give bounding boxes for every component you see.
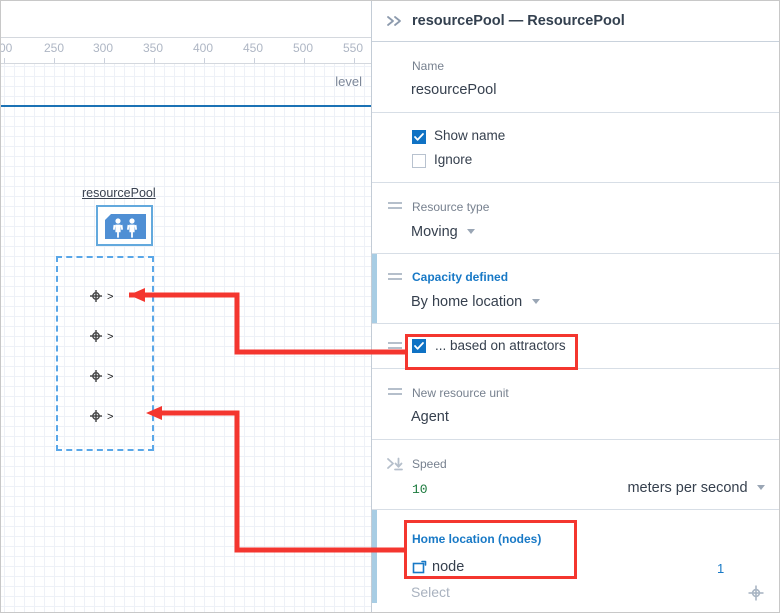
- horizontal-ruler: 00 250 300 350 400 450 500 550: [1, 38, 371, 64]
- ruler-tick-label: 350: [143, 41, 164, 55]
- svg-text:>: >: [107, 371, 113, 383]
- resource-pool-label: resourcePool: [82, 186, 156, 200]
- resource-pool-people-icon: [105, 214, 146, 239]
- svg-text:>: >: [107, 291, 113, 303]
- crosshair-target-icon[interactable]: [747, 584, 765, 602]
- chevron-down-icon: [531, 299, 540, 305]
- name-section: Name resourcePool: [372, 42, 779, 113]
- ruler-tick-mark: [54, 58, 55, 63]
- ruler-tick-label: 00: [1, 41, 13, 55]
- ruler-tick-label: 550: [343, 41, 364, 55]
- ruler-tick-label: 300: [93, 41, 114, 55]
- home-location-count: 1: [717, 561, 725, 576]
- name-value[interactable]: resourcePool: [411, 82, 496, 98]
- name-label: Name: [412, 59, 445, 73]
- speed-section: Speed 10 meters per second: [372, 440, 779, 510]
- speed-unit-value: meters per second: [627, 480, 748, 496]
- ruler-tick-mark: [304, 58, 305, 63]
- ruler-tick-mark: [4, 58, 5, 63]
- home-location-select-placeholder[interactable]: Select: [411, 584, 450, 600]
- ruler-tick-mark: [204, 58, 205, 63]
- chevron-down-icon: [467, 229, 476, 235]
- flags-section: Show name Ignore: [372, 113, 779, 183]
- new-resource-unit-label: New resource unit: [412, 386, 509, 400]
- capacity-defined-value: By home location: [411, 294, 523, 310]
- speed-label: Speed: [412, 457, 447, 471]
- capacity-defined-dropdown[interactable]: By home location: [411, 293, 540, 311]
- capacity-defined-section: Capacity defined By home location: [372, 254, 779, 324]
- ruler-tick-mark: [104, 58, 105, 63]
- attractors-highlight-box: [405, 334, 578, 370]
- ruler-tick-label: 400: [193, 41, 214, 55]
- drag-handle-icon[interactable]: [388, 202, 402, 212]
- double-chevron-right-icon[interactable]: [384, 10, 406, 32]
- model-canvas[interactable]: 00 250 300 350 400 450 500 550 level res…: [1, 1, 371, 612]
- canvas-grid[interactable]: level resourcePool > > > >: [1, 64, 371, 612]
- panel-header: resourcePool — ResourcePool: [372, 1, 779, 42]
- speed-unit-dropdown[interactable]: meters per second: [627, 479, 765, 497]
- panel-title: resourcePool — ResourcePool: [412, 13, 625, 29]
- resource-type-dropdown[interactable]: Moving: [411, 223, 476, 241]
- ruler-tick-mark: [354, 58, 355, 63]
- node-marker[interactable]: >: [89, 288, 123, 304]
- ruler-tick-label: 250: [44, 41, 65, 55]
- show-name-label: Show name: [434, 128, 506, 143]
- home-location-highlight-box: [404, 520, 577, 579]
- new-resource-unit-section: New resource unit Agent: [372, 369, 779, 440]
- svg-text:>: >: [107, 411, 113, 423]
- ignore-label: Ignore: [434, 152, 473, 167]
- ruler-tick-label: 500: [293, 41, 314, 55]
- resource-type-section: Resource type Moving: [372, 183, 779, 254]
- capacity-defined-label[interactable]: Capacity defined: [412, 270, 508, 284]
- drag-handle-icon[interactable]: [388, 342, 402, 352]
- application-window: 00 250 300 350 400 450 500 550 level res…: [0, 0, 780, 613]
- assign-arrow-icon: [387, 457, 403, 471]
- resource-type-label: Resource type: [412, 200, 490, 214]
- node-marker[interactable]: >: [89, 368, 123, 384]
- ruler-tick-mark: [254, 58, 255, 63]
- show-name-checkbox[interactable]: [412, 130, 426, 144]
- resource-pool-block[interactable]: [96, 205, 153, 246]
- level-baseline: [1, 105, 371, 107]
- drag-handle-icon[interactable]: [388, 273, 402, 283]
- ruler-tick-mark: [154, 58, 155, 63]
- new-resource-unit-value[interactable]: Agent: [411, 409, 449, 425]
- node-marker[interactable]: >: [89, 328, 123, 344]
- svg-text:>: >: [107, 331, 113, 343]
- level-label: level: [335, 74, 362, 89]
- resource-type-value: Moving: [411, 224, 458, 240]
- drag-handle-icon[interactable]: [388, 388, 402, 398]
- ruler-tick-label: 450: [243, 41, 264, 55]
- ignore-checkbox[interactable]: [412, 154, 426, 168]
- node-marker[interactable]: >: [89, 408, 123, 424]
- canvas-top-blank-strip: [1, 1, 371, 38]
- speed-value-input[interactable]: 10: [412, 482, 428, 497]
- chevron-down-icon: [757, 485, 765, 491]
